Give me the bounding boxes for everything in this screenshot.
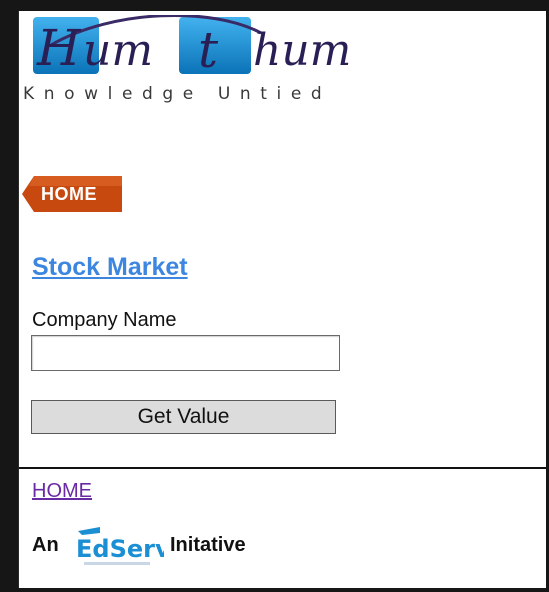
footer-home-link[interactable]: HOME: [32, 480, 92, 503]
svg-text:hum: hum: [253, 25, 351, 76]
edserv-logo: EdServ: [72, 525, 171, 569]
company-name-input[interactable]: [31, 335, 340, 371]
initiative-prefix: An: [32, 534, 59, 556]
home-badge-button[interactable]: HOME: [22, 176, 122, 212]
browser-frame: H um t hum Knowledge Untied HOME Stock M…: [0, 0, 549, 592]
svg-text:t: t: [198, 21, 219, 79]
home-badge-label: HOME: [41, 184, 97, 204]
svg-text:H: H: [36, 19, 82, 77]
humthum-logo[interactable]: H um t hum Knowledge Untied: [23, 15, 393, 110]
get-value-button[interactable]: Get Value: [31, 400, 336, 434]
page: H um t hum Knowledge Untied HOME Stock M…: [18, 11, 546, 588]
humthum-logo-mark: H um t hum: [33, 15, 351, 79]
edserv-logo-mark: EdServ: [76, 527, 171, 565]
logo-tagline: Knowledge Untied: [23, 84, 332, 104]
stock-market-link[interactable]: Stock Market: [32, 253, 188, 282]
initiative-suffix: Initative: [170, 534, 246, 556]
footer-divider: [19, 467, 546, 469]
edserv-logo-text: EdServ: [76, 535, 164, 563]
company-name-label: Company Name: [32, 309, 177, 331]
svg-text:um: um: [83, 25, 153, 76]
